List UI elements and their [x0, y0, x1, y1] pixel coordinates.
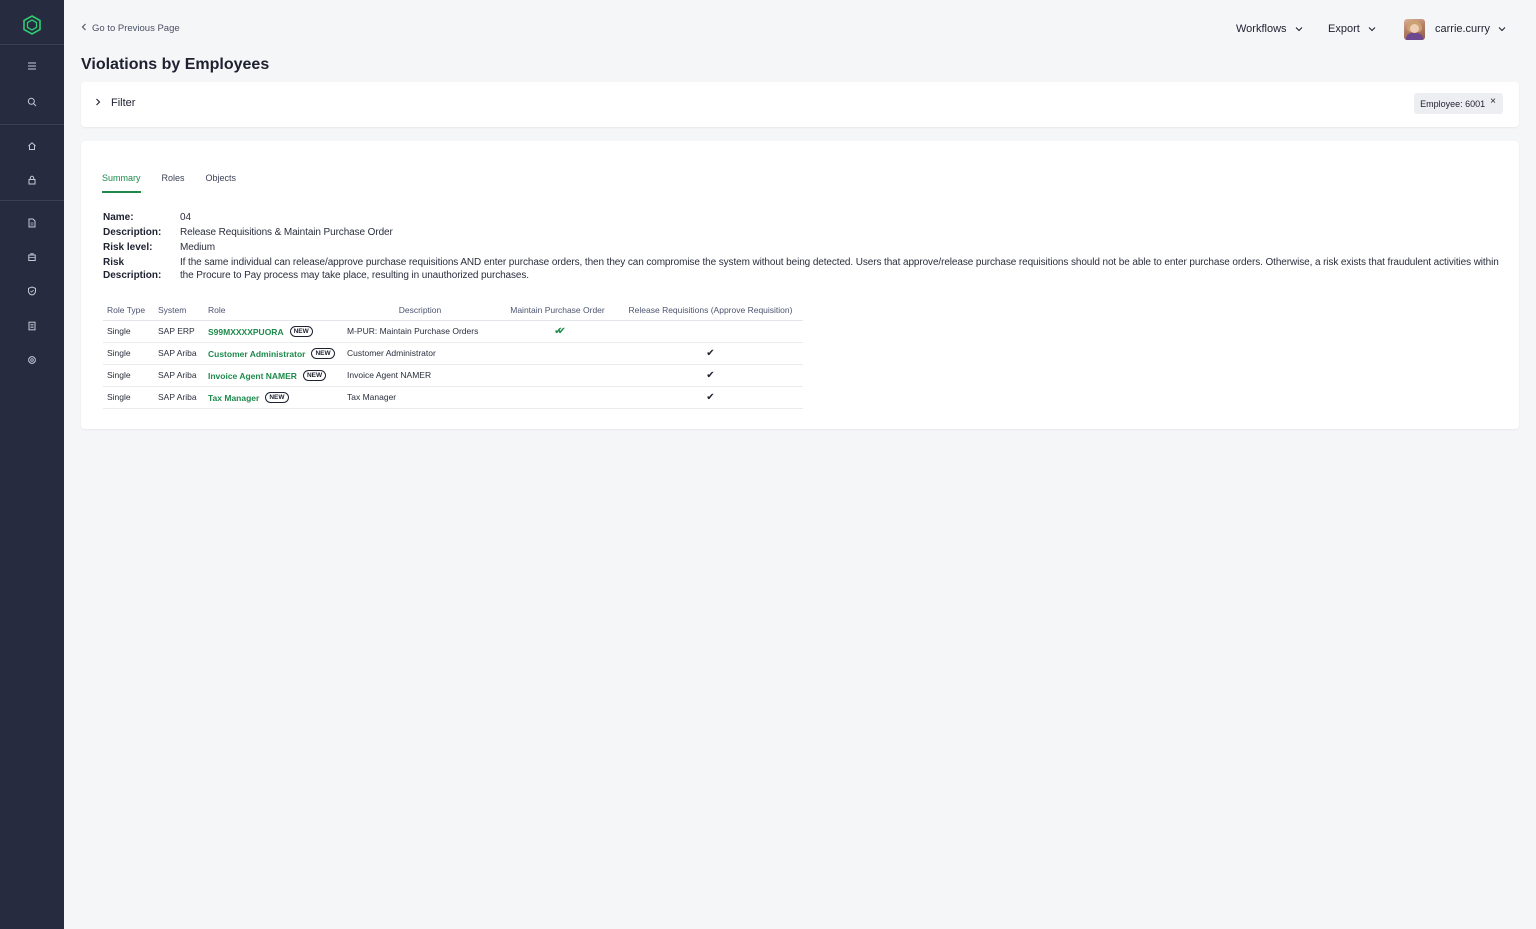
risk-level-value: Medium	[180, 242, 215, 253]
role-link[interactable]: Invoice Agent NAMER	[208, 371, 297, 381]
cell-role-type: Single	[103, 386, 154, 409]
risk-description-value: If the same individual can release/appro…	[180, 257, 1499, 281]
cell-maintain-po: ✔✔	[497, 320, 618, 343]
back-link[interactable]: Go to Previous Page	[81, 21, 180, 35]
chevron-down-icon	[1498, 23, 1506, 35]
back-link-label: Go to Previous Page	[92, 22, 180, 34]
avatar[interactable]	[1404, 19, 1425, 40]
cell-role: Customer Administrator NEW	[204, 342, 343, 365]
new-badge: NEW	[311, 347, 335, 359]
cell-role: Invoice Agent NAMER NEW	[204, 364, 343, 387]
chevron-right-icon	[95, 97, 101, 109]
role-link[interactable]: S99MXXXXPUORA	[208, 327, 284, 337]
tab-summary[interactable]: Summary	[102, 173, 141, 193]
col-release-req: Release Requisitions (Approve Requisitio…	[618, 300, 803, 321]
name-value: 04	[180, 212, 191, 223]
col-description: Description	[343, 300, 497, 321]
chevron-left-icon	[81, 23, 87, 34]
menu-icon[interactable]	[22, 56, 42, 76]
col-maintain-po: Maintain Purchase Order	[497, 300, 618, 321]
risk-description-label: Risk Description:	[103, 257, 162, 281]
check-icon: ✔	[706, 369, 715, 381]
name-label: Name:	[103, 212, 134, 223]
filter-chip-label: Employee: 6001	[1420, 98, 1486, 109]
table-row: Single SAP Ariba Customer Administrator N…	[103, 342, 803, 365]
shield-icon[interactable]	[22, 281, 42, 301]
risk-details: Name: 04 Description: Release Requisitio…	[103, 211, 1503, 282]
cell-role: S99MXXXXPUORA NEW	[204, 320, 343, 343]
filter-panel: Filter Employee: 6001 ×	[81, 82, 1519, 127]
cell-maintain-po	[497, 386, 618, 409]
close-icon[interactable]: ×	[1490, 97, 1496, 107]
cell-role: Tax Manager NEW	[204, 386, 343, 409]
table-row: Single SAP Ariba Tax Manager NEW Tax Mana…	[103, 386, 803, 409]
search-icon[interactable]	[22, 92, 42, 112]
user-menu-label: carrie.curry	[1435, 23, 1491, 35]
tab-objects[interactable]: Objects	[206, 173, 237, 193]
cell-description: Tax Manager	[343, 386, 497, 409]
new-badge: NEW	[302, 369, 327, 381]
roles-table: Role Type System Role Description Mainta…	[103, 300, 803, 409]
violation-details-card: Summary Roles Objects Name: 04 Descripti…	[81, 141, 1519, 429]
check-icon: ✔	[706, 391, 715, 403]
role-link[interactable]: Customer Administrator	[208, 349, 305, 359]
page-title: Violations by Employees	[81, 56, 270, 73]
document-icon[interactable]	[22, 213, 42, 233]
tab-bar: Summary Roles Objects	[102, 173, 236, 193]
settings-icon[interactable]	[22, 350, 42, 370]
hexagon-logo-icon[interactable]	[22, 15, 42, 35]
user-menu[interactable]: carrie.curry	[1435, 20, 1506, 38]
cell-system: SAP Ariba	[154, 364, 204, 387]
role-link[interactable]: Tax Manager	[208, 393, 259, 403]
description-label: Description:	[103, 227, 162, 238]
workflows-menu[interactable]: Workflows	[1236, 20, 1303, 38]
table-header-row: Role Type System Role Description Mainta…	[103, 300, 803, 321]
sidebar	[0, 0, 64, 929]
new-badge: NEW	[265, 391, 289, 403]
lock-icon[interactable]	[22, 170, 42, 190]
table-row: Single SAP ERP S99MXXXXPUORA NEW M-PUR: M…	[103, 320, 803, 343]
table-row: Single SAP Ariba Invoice Agent NAMER NEW …	[103, 364, 803, 387]
filter-toggle[interactable]: Filter	[95, 97, 135, 109]
cell-maintain-po	[497, 342, 618, 365]
cell-system: SAP Ariba	[154, 342, 204, 365]
home-icon[interactable]	[22, 136, 42, 156]
description-value: Release Requisitions & Maintain Purchase…	[180, 227, 393, 238]
list-icon[interactable]	[22, 316, 42, 336]
check-icon: ✔	[706, 347, 715, 359]
cell-release-req: ✔	[618, 364, 803, 387]
cell-system: SAP Ariba	[154, 386, 204, 409]
cell-role-type: Single	[103, 342, 154, 365]
sidebar-divider	[0, 200, 64, 201]
cell-release-req	[618, 320, 803, 343]
cell-description: Invoice Agent NAMER	[343, 364, 497, 387]
sidebar-divider	[0, 44, 64, 45]
filter-chip-employee: Employee: 6001 ×	[1414, 93, 1503, 114]
export-menu[interactable]: Export	[1328, 20, 1376, 38]
cell-maintain-po	[497, 364, 618, 387]
cell-role-type: Single	[103, 364, 154, 387]
sidebar-divider	[0, 124, 64, 125]
cell-description: Customer Administrator	[343, 342, 497, 365]
chevron-down-icon	[1368, 23, 1376, 35]
col-role-type: Role Type	[103, 300, 154, 321]
workflows-menu-label: Workflows	[1236, 23, 1287, 35]
tab-roles[interactable]: Roles	[162, 173, 185, 193]
double-check-icon: ✔✔	[554, 325, 566, 337]
col-role: Role	[204, 300, 343, 321]
cell-role-type: Single	[103, 320, 154, 343]
new-badge: NEW	[289, 325, 313, 337]
cell-release-req: ✔	[618, 342, 803, 365]
cell-system: SAP ERP	[154, 320, 204, 343]
briefcase-icon[interactable]	[22, 247, 42, 267]
filter-label: Filter	[111, 97, 136, 109]
col-system: System	[154, 300, 204, 321]
export-menu-label: Export	[1328, 23, 1360, 35]
risk-level-label: Risk level:	[103, 242, 153, 253]
cell-release-req: ✔	[618, 386, 803, 409]
chevron-down-icon	[1295, 23, 1303, 35]
cell-description: M-PUR: Maintain Purchase Orders	[343, 320, 497, 343]
